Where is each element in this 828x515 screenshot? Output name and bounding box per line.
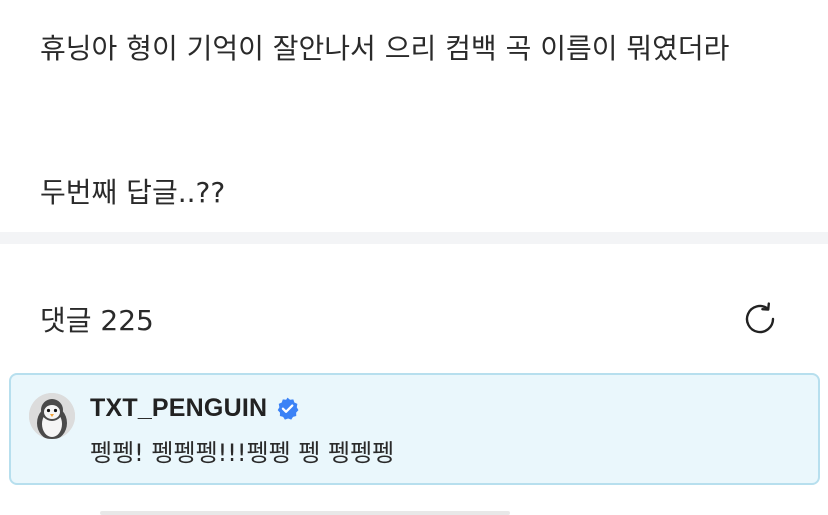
section-divider <box>0 232 828 244</box>
comment-text: 펭펭! 펭펭펭!!!펭펭 펭 펭펭펭 <box>90 439 395 467</box>
verified-badge-icon <box>277 397 299 420</box>
refresh-icon <box>745 302 775 334</box>
post-text-line: 두번째 답글..?? <box>40 176 226 209</box>
comment-author-row: TXT_PENGUIN <box>90 391 300 425</box>
avatar[interactable] <box>29 393 75 439</box>
post-body: 휴닝아 형이 기억이 잘안나서 으리 컴백 곡 이름이 뭐였더라 두번째 답글.… <box>0 0 828 232</box>
comments-count-label: 댓글 225 <box>40 304 154 337</box>
comment-card[interactable]: TXT_PENGUIN 펭펭! 펭펭펭!!!펭펭 펭 펭펭펭 <box>9 373 820 485</box>
penguin-avatar-icon <box>29 393 75 439</box>
next-comment-edge <box>100 511 510 515</box>
comments-header: 댓글 225 <box>0 244 828 369</box>
comment-author[interactable]: TXT_PENGUIN <box>90 394 267 423</box>
refresh-button[interactable] <box>738 297 782 341</box>
post-text-line: 휴닝아 형이 기억이 잘안나서 으리 컴백 곡 이름이 뭐였더라 <box>40 32 730 65</box>
